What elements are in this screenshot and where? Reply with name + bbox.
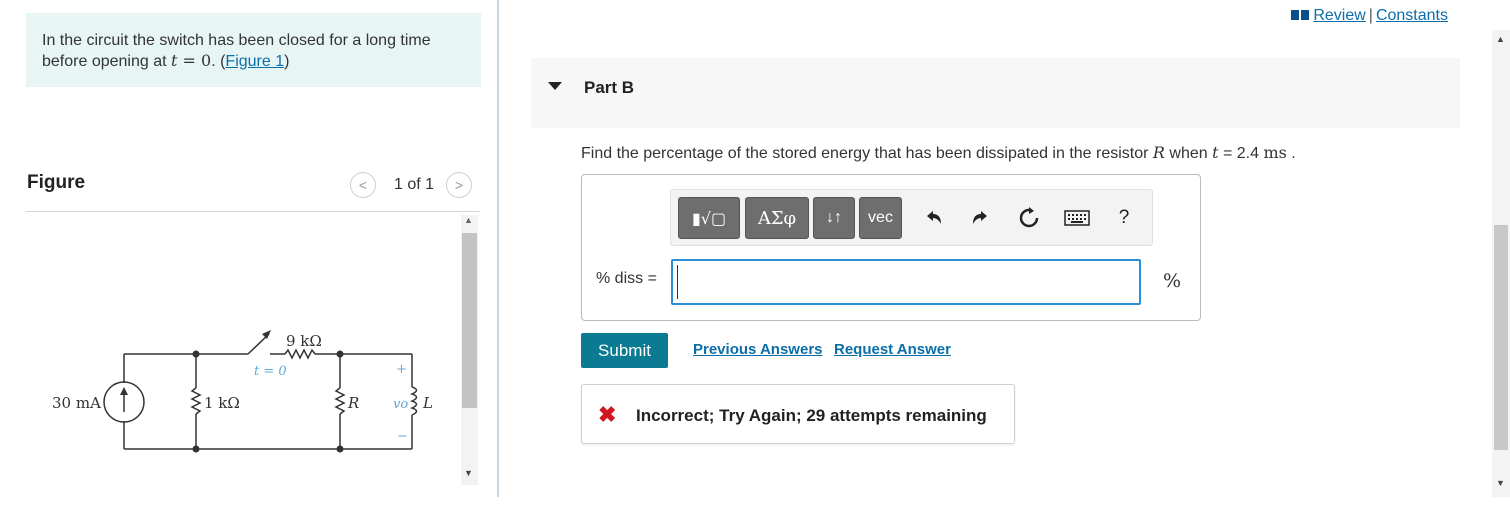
- circuit-diagram: 30 mA 1 kΩ 9 kΩ R L t = 0 vo + −: [52, 330, 433, 453]
- question-mid: when: [1164, 145, 1213, 162]
- page-scroll-up-icon[interactable]: ▲: [1496, 34, 1505, 44]
- intro-eq: = 0: [177, 51, 212, 70]
- part-title[interactable]: Part B: [584, 78, 634, 98]
- book-icon: [1291, 10, 1310, 20]
- figure-divider: [26, 211, 480, 212]
- question-text: Find the percentage of the stored energy…: [581, 143, 1296, 163]
- page-scroll-thumb[interactable]: [1494, 225, 1508, 450]
- pane-divider[interactable]: [497, 0, 499, 497]
- review-link[interactable]: Review: [1313, 7, 1365, 24]
- greek-symbols-button[interactable]: ΑΣφ: [745, 197, 809, 239]
- figure-prev-button[interactable]: <: [350, 172, 376, 198]
- intro-close: ): [284, 53, 290, 70]
- keyboard-icon[interactable]: [1062, 205, 1092, 231]
- question-eq: = 2.4: [1218, 145, 1264, 162]
- figure-next-button[interactable]: >: [446, 172, 473, 198]
- request-answer-link[interactable]: Request Answer: [834, 341, 951, 358]
- vector-button[interactable]: vec: [859, 197, 902, 239]
- part-header[interactable]: [531, 58, 1460, 128]
- switch-time-label: t = 0: [254, 364, 287, 379]
- vo-label: vo: [393, 397, 408, 412]
- figure-title: Figure: [27, 172, 86, 193]
- figure-pager: <1 of 1 >: [350, 172, 473, 200]
- vo-minus: −: [397, 429, 408, 444]
- collapse-arrow-icon[interactable]: [548, 82, 562, 90]
- r1-label: 1 kΩ: [204, 394, 240, 412]
- figure-link[interactable]: Figure 1: [225, 53, 284, 70]
- r-label: R: [347, 394, 359, 412]
- templates-button[interactable]: ▮√▢: [678, 197, 740, 239]
- answer-input[interactable]: [671, 259, 1141, 305]
- intro-period: . (: [211, 53, 226, 70]
- answer-label: % diss =: [596, 270, 657, 287]
- feedback-text: Incorrect; Try Again; 29 attempts remain…: [636, 406, 987, 425]
- scroll-up-icon[interactable]: ▲: [464, 215, 473, 225]
- constants-link[interactable]: Constants: [1376, 7, 1448, 24]
- incorrect-icon: ✖: [598, 402, 617, 427]
- page-scroll-down-icon[interactable]: ▼: [1496, 478, 1505, 488]
- reset-icon[interactable]: [1016, 205, 1042, 231]
- submit-button[interactable]: Submit: [581, 333, 668, 368]
- link-separator: |: [1368, 7, 1373, 24]
- undo-icon[interactable]: [920, 205, 946, 231]
- redo-icon[interactable]: [968, 205, 994, 231]
- question-end: .: [1286, 145, 1296, 162]
- source-label: 30 mA: [52, 394, 101, 412]
- text-caret: [677, 265, 678, 299]
- l-label: L: [422, 394, 433, 412]
- previous-answers-link[interactable]: Previous Answers: [693, 341, 823, 358]
- vo-plus: +: [396, 362, 407, 377]
- arrows-button[interactable]: ↓↑: [813, 197, 855, 239]
- top-links: Review | Constants: [1291, 7, 1448, 25]
- figure-scroll-thumb[interactable]: [462, 233, 477, 408]
- scroll-down-icon[interactable]: ▼: [464, 468, 473, 478]
- figure-counter: 1 of 1: [394, 176, 435, 193]
- problem-intro: In the circuit the switch has been close…: [26, 13, 481, 87]
- question-r-var: R: [1152, 143, 1165, 162]
- answer-unit: %: [1163, 270, 1182, 292]
- help-button[interactable]: ?: [1112, 205, 1136, 231]
- question-before: Find the percentage of the stored energy…: [581, 145, 1153, 162]
- question-unit: ms: [1263, 143, 1287, 162]
- r2-label: 9 kΩ: [286, 332, 322, 350]
